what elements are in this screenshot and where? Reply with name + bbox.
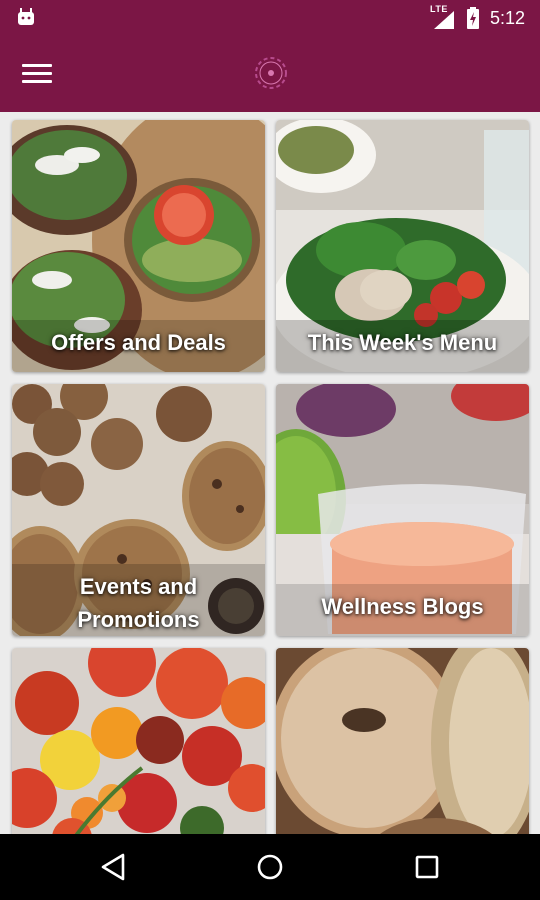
tile-label: Events and Promotions <box>12 570 265 636</box>
logo-icon <box>255 57 287 89</box>
battery-charging-icon <box>467 7 479 29</box>
category-grid: Offers and Deals This Week's Menu Events… <box>0 112 540 834</box>
bagels-image <box>276 648 529 834</box>
menu-button[interactable] <box>22 60 56 90</box>
tomatoes-image <box>12 648 265 834</box>
tile-this-weeks-menu[interactable]: This Week's Menu <box>276 120 529 372</box>
navigation-bar <box>0 834 540 900</box>
tile-label: Offers and Deals <box>51 330 226 355</box>
tile-label: Wellness Blogs <box>321 594 484 619</box>
tile-events-and-promotions[interactable]: Events and Promotions <box>12 384 265 636</box>
tile-label-line1: Events and <box>79 574 198 599</box>
android-icon <box>18 8 34 25</box>
status-bar: LTE 5:12 <box>0 0 540 36</box>
menu-icon <box>22 64 56 83</box>
tile-label-line2: Promotions <box>77 607 200 632</box>
home-icon[interactable] <box>252 849 288 885</box>
tile-tomatoes[interactable] <box>12 648 265 834</box>
app-bar <box>0 36 540 112</box>
tile-offers-and-deals[interactable]: Offers and Deals <box>12 120 265 372</box>
back-icon[interactable] <box>97 849 133 885</box>
tile-wellness-blogs[interactable]: Wellness Blogs <box>276 384 529 636</box>
signal-icon <box>434 11 454 29</box>
recents-icon[interactable] <box>409 849 445 885</box>
tile-label: This Week's Menu <box>307 330 498 355</box>
clock: 5:12 <box>490 8 526 28</box>
tile-bagels[interactable] <box>276 648 529 834</box>
